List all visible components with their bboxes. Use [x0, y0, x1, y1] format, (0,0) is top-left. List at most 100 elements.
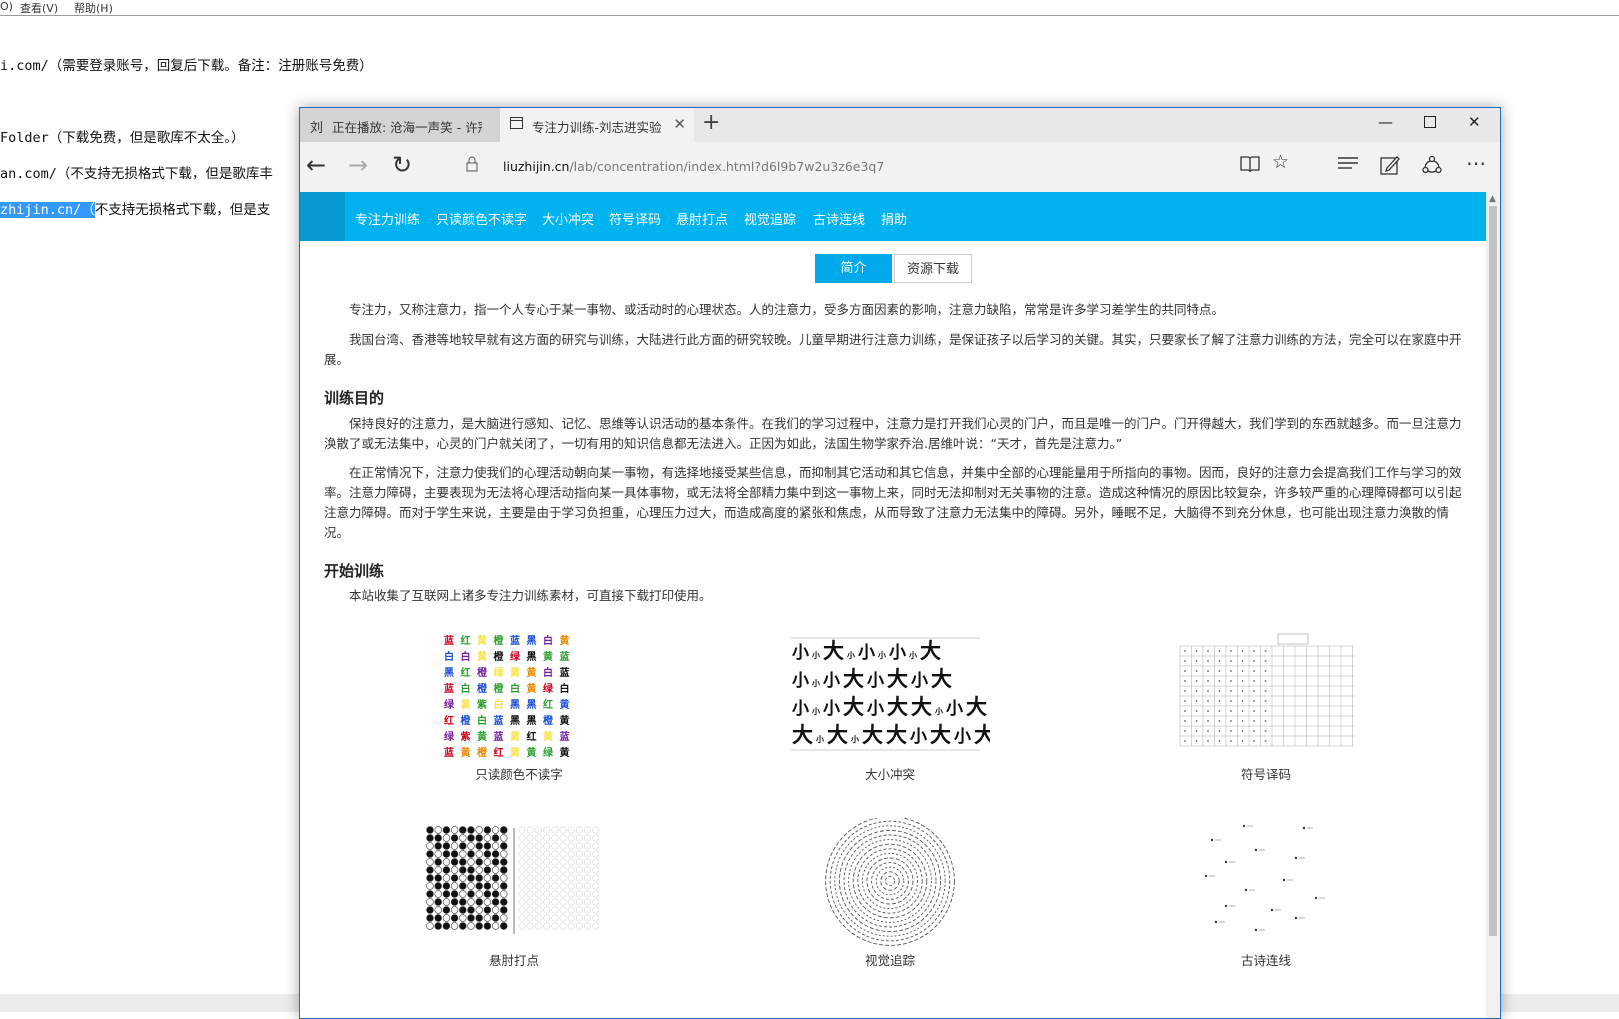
nav-dots[interactable]: 悬肘打点 — [676, 209, 728, 228]
intro-button[interactable]: 简介 — [815, 254, 892, 283]
nav-concentration[interactable]: 专注力训练 — [355, 209, 420, 228]
stroop-char: 红 — [494, 746, 504, 759]
thumb-dot — [575, 866, 583, 874]
thumb-symbol — [1241, 740, 1244, 742]
card-dots[interactable]: 悬肘打点 — [422, 818, 606, 968]
menu-item-format[interactable]: O) — [0, 0, 13, 13]
thumb-dot — [450, 922, 459, 930]
notepad-line[interactable]: Folder（下载免费，但是歌库不太全。） — [0, 126, 245, 146]
tab-concentration[interactable]: 专注力训练-刘志进实验室 ✕ — [500, 108, 694, 142]
thumb-dot — [450, 874, 459, 882]
card-bigsmall[interactable]: 小小大小小小小小大小小小大小大小大小小小大小大大小小大大小大小大大小大小大 大小… — [790, 632, 995, 782]
thumb-symbol — [1218, 680, 1221, 682]
stroop-char: 黑 — [527, 699, 537, 711]
thumb-dot — [551, 898, 559, 906]
close-tab-icon[interactable]: ✕ — [673, 115, 686, 133]
thumb-dot — [584, 906, 592, 914]
thumb-dot — [475, 850, 483, 858]
thumb-dot — [526, 874, 534, 882]
menu-item-view[interactable]: 查看(V) — [20, 0, 58, 16]
card-tracking[interactable]: 视觉追踪 — [810, 816, 970, 968]
thumb-dot — [575, 890, 583, 898]
download-button[interactable]: 资源下载 — [894, 254, 972, 283]
url-path: /lab/concentration/index.html?d6l9b7w2u3… — [569, 159, 885, 174]
favorite-star-icon[interactable]: ☆ — [1272, 151, 1289, 173]
back-icon[interactable]: ← — [306, 151, 326, 179]
card-poem[interactable]: 古诗连线 — [1186, 818, 1346, 968]
nav-poem[interactable]: 古诗连线 — [813, 209, 865, 228]
thumb-ring — [825, 816, 955, 946]
site-brand[interactable] — [300, 192, 345, 241]
bigsmall-char: 小 — [811, 678, 820, 688]
stroop-char: 红 — [543, 698, 553, 711]
hub-icon[interactable] — [1337, 155, 1359, 175]
thumb-dot — [584, 890, 592, 898]
thumb-symbol — [1230, 690, 1232, 692]
stroop-char: 蓝 — [510, 634, 520, 647]
nav-tracking[interactable]: 视觉追踪 — [744, 209, 796, 228]
stroop-char: 黄 — [527, 666, 537, 679]
start-heading: 开始训练 — [324, 562, 385, 580]
more-icon[interactable]: ⋯ — [1466, 151, 1486, 175]
thumb-dot — [500, 842, 508, 850]
nav-donate[interactable]: 捐助 — [881, 209, 907, 228]
nav-stroop[interactable]: 只读颜色不读字 — [436, 209, 527, 228]
refresh-icon[interactable]: ↻ — [392, 151, 412, 179]
forward-icon[interactable]: → — [348, 151, 368, 179]
selected-text[interactable]: zhijin.cn/（ — [0, 202, 95, 218]
stroop-char: 黑 — [510, 699, 520, 711]
thumb-dot — [467, 914, 475, 922]
nav-symbol[interactable]: 符号译码 — [609, 209, 661, 228]
thumb-symbol — [1218, 670, 1221, 672]
thumb-dot — [567, 922, 575, 930]
thumb-dot — [491, 874, 500, 882]
symbol-thumbnail — [1176, 632, 1356, 752]
new-tab-icon[interactable]: + — [702, 110, 720, 135]
thumb-symbol — [1230, 720, 1232, 722]
card-symbol[interactable]: 符号译码 — [1176, 632, 1356, 782]
thumb-symbol — [1207, 730, 1209, 732]
thumb-dot — [551, 866, 559, 874]
thumb-dot — [592, 834, 600, 842]
nav-bigsmall[interactable]: 大小冲突 — [542, 209, 594, 228]
thumb-dot — [491, 906, 500, 914]
thumb-dot — [442, 858, 451, 866]
thumb-dot — [584, 850, 592, 858]
bigsmall-char: 小 — [867, 699, 884, 719]
bigsmall-char: 小 — [867, 671, 884, 691]
thumb-dot — [575, 850, 583, 858]
notepad-line[interactable]: i.com/（需要登录账号，回复后下载。备注：注册账号免费） — [0, 54, 373, 74]
minimize-icon[interactable]: — — [1378, 113, 1393, 131]
thumb-dot — [426, 898, 434, 906]
thumb-dot — [450, 850, 459, 858]
notepad-line-rest: 不支持无损格式下载，但是支 — [94, 202, 271, 218]
page-scrollbar[interactable]: ▲ — [1486, 192, 1500, 1018]
maximize-icon[interactable] — [1424, 113, 1436, 132]
thumb-dot — [442, 906, 451, 914]
stroop-char: 红 — [461, 666, 471, 679]
thumb-dot — [584, 922, 592, 930]
web-note-icon[interactable] — [1380, 155, 1400, 179]
thumb-dot — [467, 898, 475, 906]
thumb-dot — [551, 834, 559, 842]
thumb-symbol — [1241, 690, 1244, 692]
tab-music[interactable]: 刘 正在播放: 沧海一声笑 - 许冠 — [300, 108, 500, 142]
share-icon[interactable] — [1422, 155, 1442, 179]
menu-item-help[interactable]: 帮助(H) — [74, 0, 113, 16]
thumb-dot — [559, 850, 567, 858]
thumb-dot — [434, 882, 442, 890]
stroop-char: 黑 — [510, 715, 520, 727]
close-window-icon[interactable]: ✕ — [1468, 113, 1481, 131]
card-stroop[interactable]: 蓝红黄橙蓝黑白黄白白黄橙绿黑黄蓝黑红橙绿黄黄白蓝蓝白橙橙白黄绿白绿黄紫白黑黑红黄… — [434, 632, 604, 782]
url-field[interactable]: liuzhijin.cn/lab/concentration/index.htm… — [503, 159, 884, 174]
thumb-symbol — [1195, 710, 1198, 712]
notepad-line[interactable]: zhijin.cn/（不支持无损格式下载，但是支 — [0, 198, 270, 218]
notepad-line[interactable]: an.com/（不支持无损格式下载，但是歌库丰 — [0, 162, 273, 182]
scroll-thumb[interactable] — [1489, 206, 1497, 936]
thumb-dot — [518, 842, 526, 850]
reading-view-icon[interactable] — [1240, 155, 1260, 177]
scroll-up-icon[interactable]: ▲ — [1489, 194, 1496, 204]
thumb-dot — [592, 874, 600, 882]
thumb-dot — [559, 842, 567, 850]
thumb-dot — [543, 858, 551, 866]
